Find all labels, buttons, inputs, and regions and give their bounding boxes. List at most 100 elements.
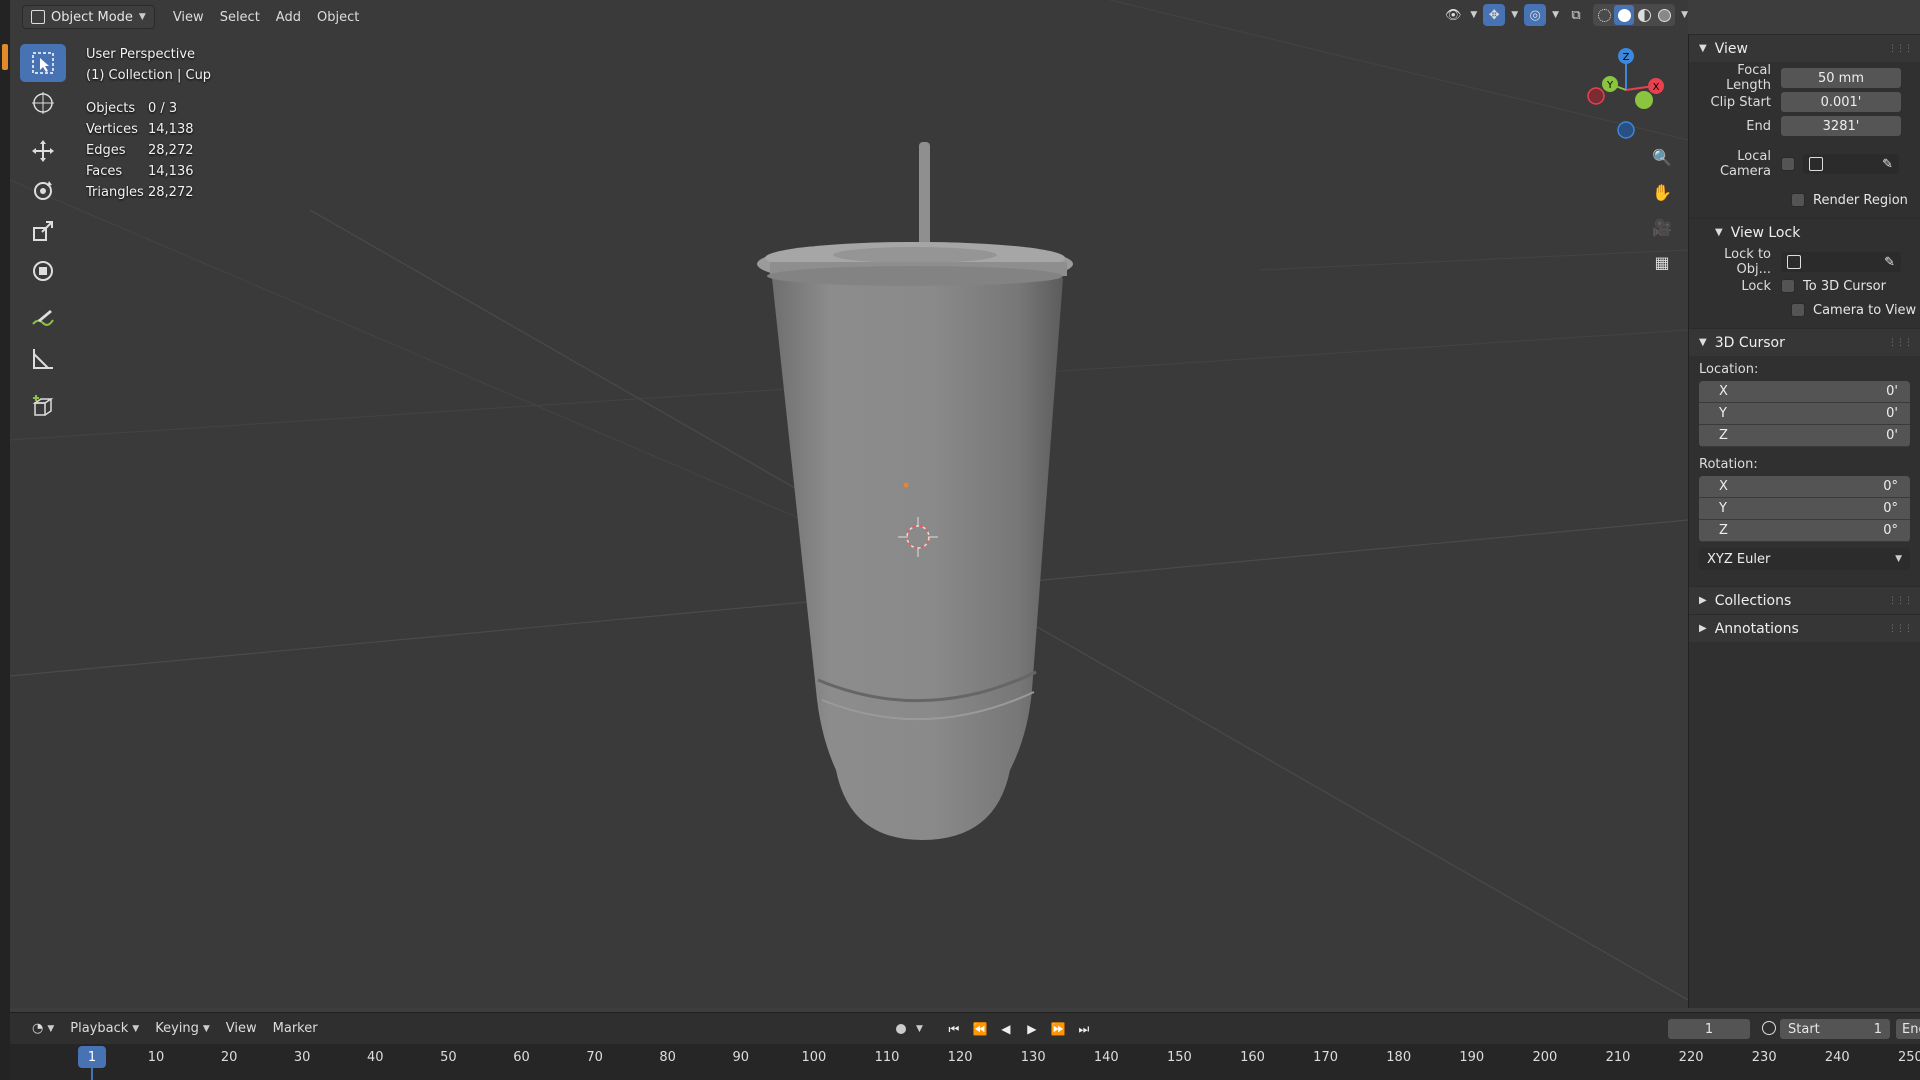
pan-hand-icon[interactable]: ✋ xyxy=(1647,177,1677,207)
location-z-field[interactable]: Z 0' xyxy=(1699,425,1910,447)
rotation-mode-dropdown[interactable]: XYZ Euler ▼ xyxy=(1699,548,1910,570)
camera-to-view-checkbox[interactable] xyxy=(1791,303,1805,317)
scale-icon[interactable] xyxy=(20,212,66,250)
measure-icon[interactable] xyxy=(20,340,66,378)
material-shading-icon[interactable] xyxy=(1634,5,1654,25)
viewport-header: Object Mode ▼ View Select Add Object 👁 ▼… xyxy=(10,0,1688,34)
menu-keying[interactable]: Keying ▼ xyxy=(147,1021,218,1036)
panel-annotations-header[interactable]: ▶ Annotations ⋮⋮⋮ xyxy=(1689,614,1920,642)
menu-view[interactable]: View xyxy=(165,6,212,29)
clip-start-field[interactable]: 0.001' xyxy=(1781,92,1901,112)
3d-viewport[interactable] xyxy=(10,0,1688,1008)
wireframe-shading-icon[interactable] xyxy=(1594,5,1614,25)
select-box-icon[interactable] xyxy=(20,44,66,82)
editor-type-selector[interactable]: ◔ ▼ xyxy=(24,1021,62,1036)
perspective-grid-icon[interactable]: ▦ xyxy=(1647,247,1677,277)
navigation-gizmo[interactable]: Z X Y xyxy=(1574,40,1674,140)
prev-keyframe-icon[interactable]: ⏪ xyxy=(969,1019,991,1039)
drag-grip-icon[interactable]: ⋮⋮⋮ xyxy=(1888,338,1913,348)
lock-to-object-field[interactable]: ✎ xyxy=(1781,252,1901,272)
rendered-shading-icon[interactable] xyxy=(1654,5,1674,25)
frame-tick-label: 110 xyxy=(874,1050,900,1065)
visibility-icon[interactable]: 👁 xyxy=(1442,4,1464,26)
record-icon[interactable] xyxy=(890,1019,912,1039)
play-reverse-icon[interactable]: ◀ xyxy=(995,1019,1017,1039)
camera-view-icon[interactable]: 🎥 xyxy=(1647,212,1677,242)
menu-marker[interactable]: Marker xyxy=(265,1021,326,1036)
chevron-down-icon[interactable]: ▼ xyxy=(1681,10,1688,20)
location-vector: X 0' Y 0' Z 0' xyxy=(1699,381,1910,447)
expand-triangle-icon: ▼ xyxy=(1699,337,1707,348)
frame-tick-label: 170 xyxy=(1313,1050,1339,1065)
menu-select[interactable]: Select xyxy=(212,6,268,29)
chevron-down-icon[interactable]: ▼ xyxy=(1470,10,1477,20)
panel-view-header[interactable]: ▼ View ⋮⋮⋮ xyxy=(1689,34,1920,62)
location-y-field[interactable]: Y 0' xyxy=(1699,403,1910,425)
lock-label: Lock xyxy=(1741,278,1771,294)
local-camera-checkbox[interactable] xyxy=(1781,157,1795,171)
eyedropper-icon[interactable]: ✎ xyxy=(1884,255,1895,270)
frame-tick-label: 240 xyxy=(1824,1050,1850,1065)
menu-object[interactable]: Object xyxy=(309,6,367,29)
solid-shading-icon[interactable] xyxy=(1614,5,1635,25)
drag-grip-icon[interactable]: ⋮⋮⋮ xyxy=(1888,596,1913,606)
zoom-icon[interactable]: 🔍 xyxy=(1647,142,1677,172)
timeline-ruler[interactable]: 1 10 20 30 40 50 60 70 80 90 100 110 120 130 140 150 16… xyxy=(10,1044,1920,1080)
annotate-icon[interactable] xyxy=(20,300,66,338)
panel-view-lock-header[interactable]: ▼ View Lock xyxy=(1689,218,1920,246)
chevron-down-icon[interactable]: ▼ xyxy=(916,1024,923,1034)
gizmo-icon[interactable]: ✥ xyxy=(1483,4,1506,26)
frame-tick-label: 120 xyxy=(947,1050,973,1065)
frame-tick-label: 30 xyxy=(293,1050,311,1065)
lock-3d-cursor-checkbox[interactable] xyxy=(1781,279,1795,293)
jump-start-icon[interactable]: ⏮ xyxy=(943,1019,965,1039)
frame-tick-label: 70 xyxy=(586,1050,603,1065)
add-cube-icon[interactable] xyxy=(20,388,66,426)
mode-label: Object Mode xyxy=(51,9,133,25)
menu-playback[interactable]: Playback ▼ xyxy=(62,1021,147,1036)
next-keyframe-icon[interactable]: ⏩ xyxy=(1047,1019,1069,1039)
local-camera-field[interactable]: ✎ xyxy=(1803,154,1899,174)
current-frame-field[interactable]: 1 xyxy=(1668,1019,1750,1039)
frame-tick-label: 60 xyxy=(513,1050,530,1065)
chevron-down-icon[interactable]: ▼ xyxy=(1552,10,1559,20)
frame-tick-label: 90 xyxy=(732,1050,750,1065)
move-icon[interactable] xyxy=(20,132,66,170)
playhead-frame-indicator[interactable]: 1 xyxy=(78,1046,106,1068)
focal-length-field[interactable]: 50 mm xyxy=(1781,68,1901,88)
location-x-field[interactable]: X 0' xyxy=(1699,381,1910,403)
xray-icon[interactable]: ⧉ xyxy=(1565,4,1587,26)
transform-icon[interactable] xyxy=(20,252,66,290)
rotate-icon[interactable] xyxy=(20,172,66,210)
rotation-z-field[interactable]: Z 0° xyxy=(1699,520,1910,542)
rotation-y-field[interactable]: Y 0° xyxy=(1699,498,1910,520)
eyedropper-icon[interactable]: ✎ xyxy=(1882,157,1893,172)
preview-range-icon[interactable] xyxy=(1762,1021,1776,1035)
menu-add[interactable]: Add xyxy=(268,6,309,29)
drag-grip-icon[interactable]: ⋮⋮⋮ xyxy=(1888,44,1913,54)
panel-collections-header[interactable]: ▶ Collections ⋮⋮⋮ xyxy=(1689,586,1920,614)
start-frame-field[interactable]: Start 1 xyxy=(1780,1019,1890,1039)
menu-timeline-view[interactable]: View xyxy=(218,1021,265,1036)
collapsed-triangle-icon: ▶ xyxy=(1699,623,1707,634)
stat-row: Faces 14,136 xyxy=(86,164,194,179)
gizmo-x-label: X xyxy=(1653,82,1660,93)
to-3d-cursor-label: To 3D Cursor xyxy=(1803,278,1886,294)
render-region-checkbox[interactable] xyxy=(1791,193,1805,207)
gizmo-z-label: Z xyxy=(1623,52,1630,63)
clip-end-field[interactable]: 3281' xyxy=(1781,116,1901,136)
mode-selector[interactable]: Object Mode ▼ xyxy=(22,5,155,29)
jump-end-icon[interactable]: ⏭ xyxy=(1073,1019,1095,1039)
clip-end-label: End xyxy=(1746,118,1771,134)
cursor-icon[interactable] xyxy=(20,84,66,122)
play-icon[interactable]: ▶ xyxy=(1021,1019,1043,1039)
expand-triangle-icon: ▼ xyxy=(1699,43,1707,54)
frame-tick-label: 180 xyxy=(1386,1050,1412,1065)
overlay-icon[interactable]: ◎ xyxy=(1524,4,1547,26)
rotation-x-field[interactable]: X 0° xyxy=(1699,476,1910,498)
end-frame-field[interactable]: End xyxy=(1896,1019,1920,1039)
panel-3d-cursor-header[interactable]: ▼ 3D Cursor ⋮⋮⋮ xyxy=(1689,328,1920,356)
drag-grip-icon[interactable]: ⋮⋮⋮ xyxy=(1888,624,1913,634)
cup-object[interactable] xyxy=(757,142,1073,840)
chevron-down-icon[interactable]: ▼ xyxy=(1511,10,1518,20)
